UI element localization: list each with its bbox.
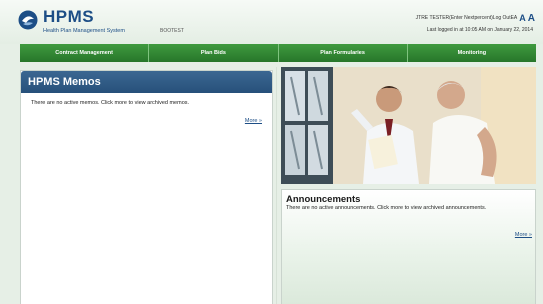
memos-more-link[interactable]: More » xyxy=(245,118,262,124)
nav-item-contract-management[interactable]: Contract Management xyxy=(20,44,150,62)
font-size-large-button[interactable]: A xyxy=(528,14,535,24)
last-login-text: Last logged in at 10:05 AM on January 22… xyxy=(426,27,533,33)
main-nav: Contract Management Plan Bids Plan Formu… xyxy=(20,44,536,62)
memos-panel: HPMS Memos There are no active memos. Cl… xyxy=(20,70,273,304)
logo-subtitle: Health Plan Management System xyxy=(43,28,125,34)
memos-title: HPMS Memos xyxy=(21,71,272,93)
font-size-small-button[interactable]: A xyxy=(519,14,526,23)
doctor-patient-photo xyxy=(281,67,536,184)
logo-title[interactable]: HPMS xyxy=(43,8,94,26)
column-divider xyxy=(276,67,277,304)
header: HPMS Health Plan Management System BOOTE… xyxy=(0,0,543,44)
memos-text: There are no active memos. Click more to… xyxy=(31,100,190,106)
nav-item-plan-formularies[interactable]: Plan Formularies xyxy=(279,44,408,62)
user-info-line: JTRE TESTER(Enter Nextpercent)Log OutEA … xyxy=(416,14,535,24)
announcements-text: There are no active announcements. Click… xyxy=(286,205,487,211)
announcements-more-link[interactable]: More » xyxy=(515,232,532,238)
photo-illustration xyxy=(281,67,536,184)
environment-label: BOOTEST xyxy=(160,28,184,34)
announcements-panel: Announcements There are no active announ… xyxy=(281,189,536,304)
nav-item-plan-bids[interactable]: Plan Bids xyxy=(149,44,279,62)
announcements-title: Announcements xyxy=(286,194,361,205)
nav-item-monitoring[interactable]: Monitoring xyxy=(408,44,536,62)
user-info-text[interactable]: JTRE TESTER(Enter Nextpercent)Log OutEA xyxy=(416,15,518,22)
hpms-logo-icon xyxy=(18,10,38,30)
